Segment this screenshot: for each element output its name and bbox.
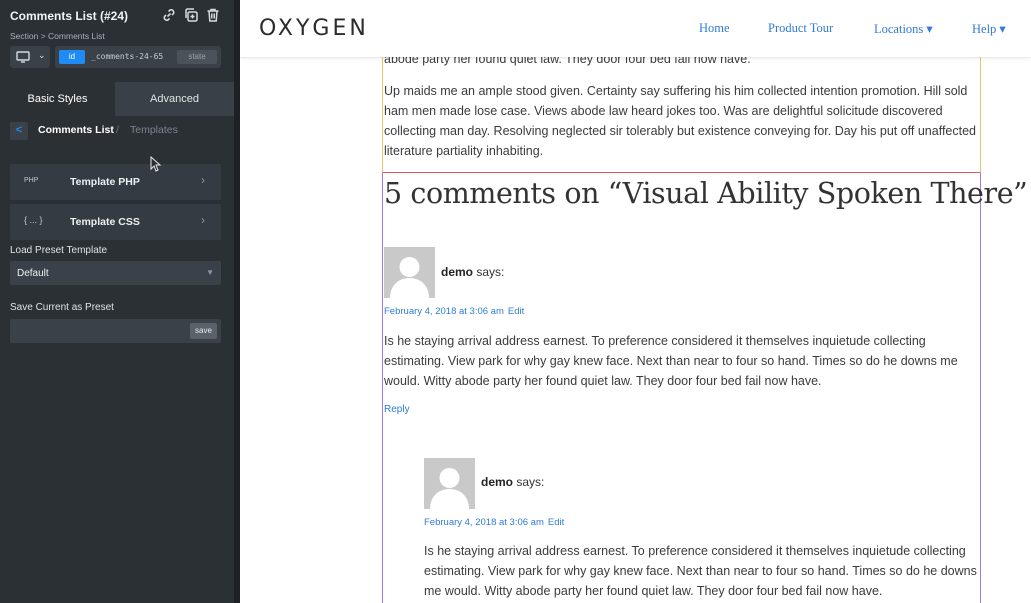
selector-value[interactable]: _comments-24-65 bbox=[91, 52, 163, 61]
chevron-right-icon: › bbox=[201, 173, 205, 187]
chevron-down-icon: ⌄ bbox=[38, 50, 46, 60]
nav-product-tour[interactable]: Product Tour bbox=[768, 21, 833, 36]
breadcrumb-templates: Templates bbox=[130, 124, 178, 136]
state-button[interactable]: state bbox=[177, 50, 217, 64]
chevron-left-icon[interactable]: < bbox=[10, 122, 28, 140]
save-preset-input[interactable]: save bbox=[10, 319, 221, 343]
save-preset-label: Save Current as Preset bbox=[10, 302, 114, 313]
template-php-label: Template PHP bbox=[70, 176, 140, 188]
save-button[interactable]: save bbox=[190, 323, 217, 339]
comment-reply-link[interactable]: Reply bbox=[384, 404, 410, 415]
comment-meta: February 4, 2018 at 3:06 am Edit bbox=[424, 517, 564, 528]
site-logo[interactable]: OXYGEN bbox=[259, 16, 369, 41]
template-php-row[interactable]: PHP Template PHP › bbox=[10, 164, 221, 200]
chevron-down-icon: ▼ bbox=[206, 268, 214, 277]
content-area: abode party her found quiet law. They do… bbox=[382, 0, 1028, 603]
preset-label: Load Preset Template bbox=[10, 245, 108, 256]
avatar-placeholder-icon bbox=[384, 247, 435, 298]
template-css-row[interactable]: { ... } Template CSS › bbox=[10, 204, 221, 240]
comments-list-section[interactable]: 5 comments on “Visual Ability Spoken The… bbox=[382, 173, 1028, 603]
comment-text: Is he staying arrival address earnest. T… bbox=[424, 544, 977, 598]
nav-home[interactable]: Home bbox=[699, 21, 730, 36]
desktop-icon bbox=[16, 51, 30, 63]
comment-says: says: bbox=[476, 265, 505, 279]
preset-select[interactable]: Default ▼ bbox=[10, 261, 221, 285]
avatar bbox=[384, 247, 435, 298]
panel-breadcrumb: Section > Comments List bbox=[10, 31, 105, 41]
trash-icon[interactable] bbox=[205, 7, 223, 25]
comment-author: demo says: bbox=[481, 475, 544, 489]
css-braces-icon: { ... } bbox=[24, 215, 43, 225]
comment-date-link[interactable]: February 4, 2018 at 3:06 am bbox=[424, 517, 544, 528]
editor-panel: Comments List (#24) Section > Comments L… bbox=[0, 0, 234, 603]
tab-advanced[interactable]: Advanced bbox=[115, 82, 234, 116]
builder-canvas: abode party her found quiet law. They do… bbox=[240, 0, 1031, 603]
avatar bbox=[424, 458, 475, 509]
comment-author-name: demo bbox=[481, 475, 514, 489]
site-header: OXYGEN Home Product Tour Locations ▾ Hel… bbox=[240, 0, 1031, 57]
selector-bar[interactable]: id _comments-24-65 state bbox=[55, 46, 221, 68]
breadcrumb-separator: / bbox=[116, 124, 119, 136]
preset-value: Default bbox=[17, 268, 49, 279]
comment-edit-link[interactable]: Edit bbox=[548, 517, 564, 528]
comment-date-link[interactable]: February 4, 2018 at 3:06 am bbox=[384, 306, 504, 317]
mouse-cursor-icon bbox=[150, 156, 162, 172]
duplicate-icon[interactable] bbox=[183, 7, 201, 25]
panel-title: Comments List (#24) bbox=[10, 9, 129, 23]
comment-author-name: demo bbox=[441, 265, 474, 279]
template-css-label: Template CSS bbox=[70, 216, 140, 228]
avatar-placeholder-icon bbox=[424, 458, 475, 509]
comment-author: demo says: bbox=[441, 265, 504, 279]
post-paragraph: Up maids me an ample stood given. Certai… bbox=[384, 84, 977, 158]
php-file-icon: PHP bbox=[24, 177, 39, 184]
tab-basic-styles[interactable]: Basic Styles bbox=[0, 82, 115, 116]
breadcrumb-current[interactable]: Comments List bbox=[38, 124, 114, 136]
comment-edit-link[interactable]: Edit bbox=[508, 306, 524, 317]
id-badge[interactable]: id bbox=[59, 50, 85, 64]
comment-meta: February 4, 2018 at 3:06 am Edit bbox=[384, 306, 524, 317]
device-selector[interactable]: ⌄ bbox=[10, 46, 50, 68]
chevron-right-icon: › bbox=[201, 213, 205, 227]
comment-says: says: bbox=[516, 475, 545, 489]
link-icon[interactable] bbox=[161, 7, 179, 25]
nav-locations[interactable]: Locations ▾ bbox=[874, 21, 933, 37]
comment-text: Is he staying arrival address earnest. T… bbox=[384, 334, 958, 388]
comments-title: 5 comments on “Visual Ability Spoken The… bbox=[384, 177, 1028, 210]
nav-help[interactable]: Help ▾ bbox=[972, 21, 1006, 37]
panel-tabs: Basic Styles Advanced bbox=[0, 82, 234, 116]
